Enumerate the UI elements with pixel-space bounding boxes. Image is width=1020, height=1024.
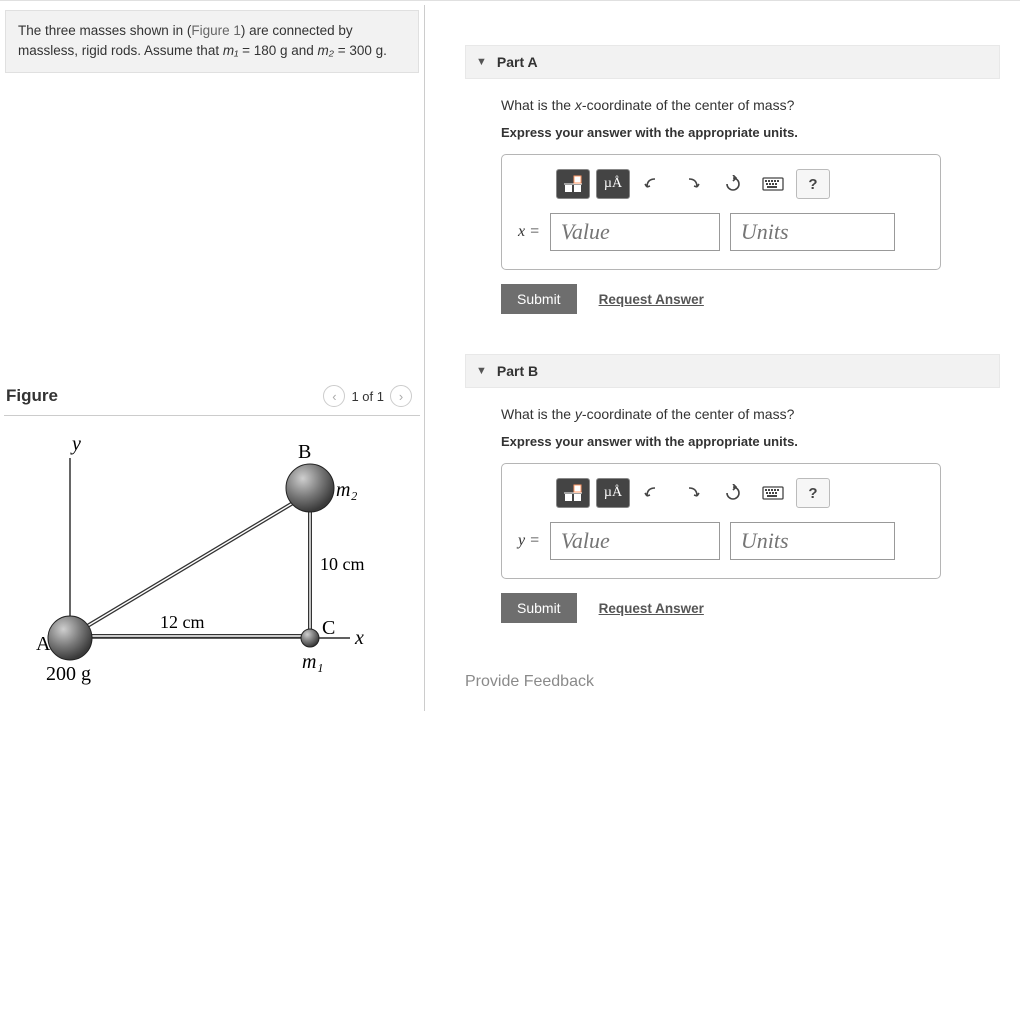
redo-button[interactable] [676,478,710,508]
figure-diagram: y x A B C m₂ m₁ 200 g 12 cm 10 cm [0,424,424,711]
figure-prev-button[interactable]: ‹ [323,385,345,407]
figure-link[interactable]: Figure 1 [191,23,241,38]
mass-b-label: m₂ [336,479,357,501]
answer-box-b: µÅ ? y = [501,463,941,579]
units-input-b[interactable] [730,522,895,560]
units-button[interactable]: µÅ [596,478,630,508]
templates-button[interactable] [556,478,590,508]
part-b-question: What is the y-coordinate of the center o… [501,406,990,422]
help-button[interactable]: ? [796,169,830,199]
chevron-down-icon: ▼ [476,56,487,68]
keyboard-button[interactable] [756,478,790,508]
axis-y-label: y [70,433,81,455]
provide-feedback-link[interactable]: Provide Feedback [465,673,1000,691]
units-button[interactable]: µÅ [596,169,630,199]
value-input-a[interactable] [550,213,720,251]
problem-text-pre: The three masses shown in ( [18,23,191,38]
part-b-instruction: Express your answer with the appropriate… [501,434,990,449]
figure-next-button[interactable]: › [390,385,412,407]
var-label-b: y = [518,532,540,550]
answer-box-a: µÅ ? x = [501,154,941,270]
value-input-b[interactable] [550,522,720,560]
redo-button[interactable] [676,169,710,199]
templates-button[interactable] [556,169,590,199]
reset-button[interactable] [716,169,750,199]
m2-symbol: m₂ [318,43,334,58]
request-answer-a[interactable]: Request Answer [599,292,704,307]
part-b-header[interactable]: ▼ Part B [465,354,1000,388]
undo-button[interactable] [636,169,670,199]
part-a-header[interactable]: ▼ Part A [465,45,1000,79]
reset-button[interactable] [716,478,750,508]
chevron-down-icon: ▼ [476,365,487,377]
figure-counter: 1 of 1 [351,389,384,404]
problem-statement: The three masses shown in (Figure 1) are… [5,10,419,73]
help-button[interactable]: ? [796,478,830,508]
length-bc: 10 cm [320,554,365,574]
mass-a-value: 200 g [46,663,91,685]
keyboard-button[interactable] [756,169,790,199]
length-ac: 12 cm [160,612,205,632]
part-a-title: Part A [497,54,538,70]
undo-button[interactable] [636,478,670,508]
mass-c-label: m₁ [302,651,323,673]
m1-symbol: m₁ [223,43,239,58]
request-answer-b[interactable]: Request Answer [599,601,704,616]
axis-x-label: x [354,627,364,649]
units-input-a[interactable] [730,213,895,251]
submit-button-a[interactable]: Submit [501,284,577,314]
part-a-question: What is the x-coordinate of the center o… [501,97,990,113]
var-label-a: x = [518,223,540,241]
point-b-label: B [298,441,311,463]
part-a-instruction: Express your answer with the appropriate… [501,125,990,140]
point-c-label: C [322,617,335,639]
figure-title: Figure [6,386,58,406]
point-a-label: A [36,633,51,655]
submit-button-b[interactable]: Submit [501,593,577,623]
part-b-title: Part B [497,363,538,379]
